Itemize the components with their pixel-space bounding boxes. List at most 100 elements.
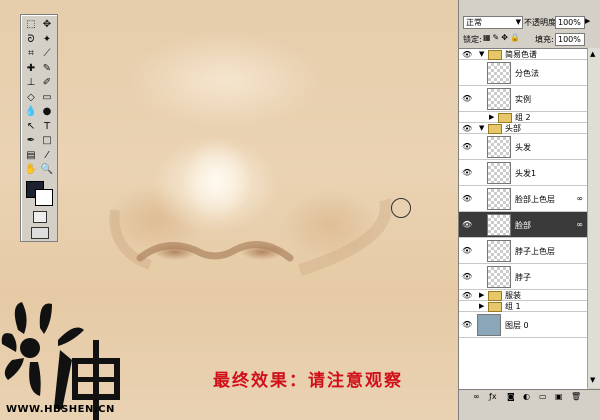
- layer-name: 脖子: [515, 273, 531, 282]
- folder-icon: [488, 302, 502, 312]
- eye-icon[interactable]: 👁: [462, 168, 472, 177]
- blend-mode-select[interactable]: 正常 ▼: [463, 16, 523, 29]
- fill-label: 填充:: [535, 35, 554, 44]
- eye-icon[interactable]: 👁: [462, 194, 472, 203]
- eraser-tool-icon[interactable]: ◇: [24, 91, 38, 105]
- add-mask-icon[interactable]: ◙: [507, 392, 515, 401]
- layer-thumbnail: [487, 88, 511, 110]
- eye-icon[interactable]: 👁: [462, 246, 472, 255]
- layer-name: 头发1: [515, 169, 537, 178]
- watermark-logo: [1, 302, 120, 420]
- layer-name: 图层 0: [505, 321, 529, 330]
- chevron-down-icon[interactable]: ▼: [479, 124, 484, 132]
- lock-label: 锁定:: [463, 35, 482, 44]
- layer-thumbnail: [487, 162, 511, 184]
- background-color-swatch[interactable]: [35, 189, 53, 206]
- layer-name: 组 2: [515, 113, 531, 122]
- hand-tool-icon[interactable]: ✋: [24, 163, 38, 177]
- eye-icon[interactable]: 👁: [462, 320, 472, 329]
- layer-name: 服装: [505, 291, 521, 300]
- opacity-arrow-icon[interactable]: ▶: [585, 17, 590, 25]
- layer-row[interactable]: 👁 图层 0: [459, 312, 587, 338]
- layer-row[interactable]: 👁 脸部 ∞: [459, 212, 587, 238]
- history-brush-icon[interactable]: ✐: [40, 76, 54, 90]
- eye-icon[interactable]: 👁: [462, 142, 472, 151]
- folder-icon: [488, 50, 502, 60]
- delete-layer-icon[interactable]: 🗑: [571, 392, 581, 401]
- eyedropper-icon[interactable]: ⁄: [40, 149, 54, 163]
- layer-group-row[interactable]: 👁 ▼ 头部: [459, 123, 587, 134]
- slice-tool-icon[interactable]: ⟋: [40, 47, 54, 61]
- layer-row[interactable]: 👁 头发1: [459, 160, 587, 186]
- new-layer-icon[interactable]: ▣: [555, 392, 563, 401]
- layer-row[interactable]: 👁 脸部上色层 ∞: [459, 186, 587, 212]
- fill-input[interactable]: 100%: [555, 33, 585, 46]
- brush-tool-icon[interactable]: ✎: [40, 62, 54, 76]
- chevron-right-icon[interactable]: ▶: [479, 291, 484, 299]
- lock-icons[interactable]: ▦✎✥🔒: [483, 33, 522, 42]
- chevron-right-icon[interactable]: ▶: [479, 302, 484, 310]
- layer-row[interactable]: 👁 实例: [459, 86, 587, 112]
- adjustment-layer-icon[interactable]: ◐: [523, 392, 530, 401]
- eye-icon[interactable]: 👁: [462, 220, 472, 229]
- layer-name: 脸部: [515, 221, 531, 230]
- shape-tool-icon[interactable]: □: [40, 134, 54, 148]
- eye-icon[interactable]: 👁: [462, 50, 472, 59]
- layers-list: 👁 ▼ 简易色谱 分色法 👁 实例 ▶ 组 2 👁 ▼ 头部 👁 头发 👁 头发1 👁 脸部上色层 ∞ 👁 脸部 ∞ 👁 脖…: [459, 48, 587, 389]
- layers-panel: 正常 ▼ 不透明度: 100% ▶ 锁定: ▦✎✥🔒 填充: 100% 👁 ▼ 简易…: [458, 0, 600, 420]
- canvas[interactable]: ⬚ ✥ ᘐ ✦ ⌗ ⟋ ✚ ✎ ⊥ ✐ ◇ ▭ 💧 ● ↖ T ✒ □ ▤ ⁄ ✋ 🔍 WWW.HBSHEN.CN 最终效…: [0, 0, 458, 420]
- marquee-tool-icon[interactable]: ⬚: [24, 18, 38, 32]
- notes-tool-icon[interactable]: ▤: [24, 149, 38, 163]
- layers-bottom-bar: ∞ ƒx ◙ ◐ ▭ ▣ 🗑: [459, 389, 600, 404]
- layer-name: 头发: [515, 143, 531, 152]
- layer-group-row[interactable]: 👁 ▼ 简易色谱: [459, 49, 587, 60]
- layer-group-row[interactable]: 👁 ▶ 服装: [459, 290, 587, 301]
- folder-icon: [488, 124, 502, 134]
- new-group-icon[interactable]: ▭: [539, 392, 547, 401]
- zoom-tool-icon[interactable]: 🔍: [40, 163, 54, 177]
- blur-tool-icon[interactable]: 💧: [24, 105, 38, 119]
- layer-row[interactable]: 分色法: [459, 60, 587, 86]
- move-tool-icon[interactable]: ✥: [40, 18, 54, 32]
- eye-icon[interactable]: 👁: [462, 124, 472, 133]
- path-select-icon[interactable]: ↖: [24, 120, 38, 134]
- eye-icon[interactable]: 👁: [462, 272, 472, 281]
- crop-tool-icon[interactable]: ⌗: [24, 47, 38, 61]
- gradient-tool-icon[interactable]: ▭: [40, 91, 54, 105]
- layer-row[interactable]: 👁 头发: [459, 134, 587, 160]
- type-tool-icon[interactable]: T: [40, 120, 54, 134]
- layers-scrollbar[interactable]: ▲ ▼: [587, 48, 600, 388]
- layer-group-row[interactable]: ▶ 组 1: [459, 301, 587, 312]
- dodge-tool-icon[interactable]: ●: [40, 105, 54, 119]
- layer-name: 组 1: [505, 302, 521, 311]
- layer-group-row[interactable]: ▶ 组 2: [459, 112, 587, 123]
- layer-style-icon[interactable]: ƒx: [489, 392, 497, 401]
- layer-thumbnail: [487, 266, 511, 288]
- screen-mode-button[interactable]: [31, 227, 49, 239]
- final-effect-caption: 最终效果：请注意观察: [213, 371, 403, 391]
- chevron-right-icon[interactable]: ▶: [489, 113, 494, 121]
- tools-palette: ⬚ ✥ ᘐ ✦ ⌗ ⟋ ✚ ✎ ⊥ ✐ ◇ ▭ 💧 ● ↖ T ✒ □ ▤ ⁄ ✋ 🔍: [20, 14, 58, 242]
- scroll-down-icon[interactable]: ▼: [590, 376, 595, 384]
- opacity-input[interactable]: 100%: [555, 16, 585, 29]
- layers-options: 正常 ▼ 不透明度: 100% ▶ 锁定: ▦✎✥🔒 填充: 100%: [459, 14, 600, 46]
- chevron-down-icon[interactable]: ▼: [479, 50, 484, 58]
- stamp-tool-icon[interactable]: ⊥: [24, 76, 38, 90]
- quick-mask-button[interactable]: [33, 211, 47, 223]
- layer-thumbnail: [487, 62, 511, 84]
- lasso-tool-icon[interactable]: ᘐ: [24, 33, 38, 47]
- healing-brush-icon[interactable]: ✚: [24, 62, 38, 76]
- folder-icon: [498, 113, 512, 123]
- layer-name: 分色法: [515, 69, 539, 78]
- layer-name: 脖子上色层: [515, 247, 555, 256]
- layer-row[interactable]: 👁 脖子: [459, 264, 587, 290]
- layer-row[interactable]: 👁 脖子上色层: [459, 238, 587, 264]
- eye-icon[interactable]: 👁: [462, 94, 472, 103]
- link-layers-icon[interactable]: ∞: [473, 392, 480, 401]
- eye-icon[interactable]: 👁: [462, 291, 472, 300]
- magic-wand-icon[interactable]: ✦: [40, 33, 54, 47]
- blend-mode-value: 正常: [466, 18, 482, 27]
- pen-tool-icon[interactable]: ✒: [24, 134, 38, 148]
- chevron-down-icon: ▼: [515, 18, 521, 26]
- scroll-up-icon[interactable]: ▲: [590, 50, 595, 58]
